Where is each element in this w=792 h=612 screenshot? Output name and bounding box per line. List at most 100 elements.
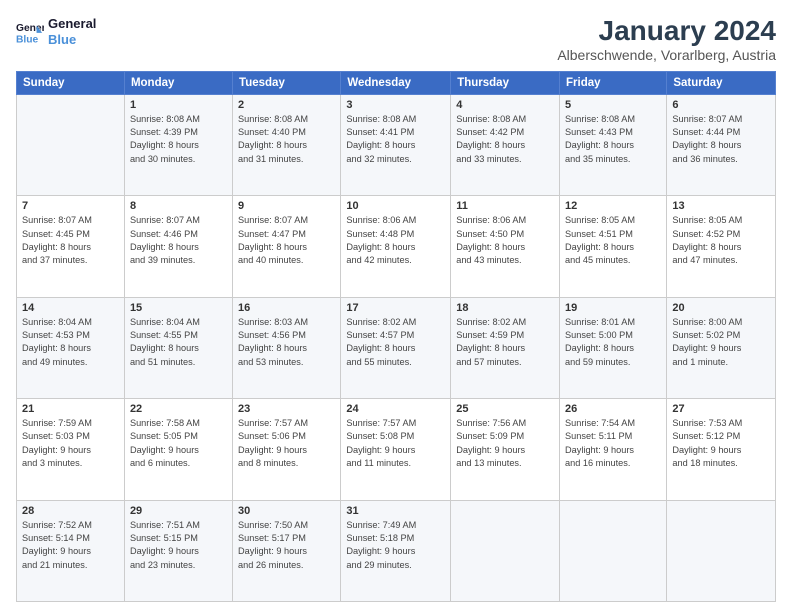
day-info: Sunrise: 8:06 AMSunset: 4:50 PMDaylight:…	[456, 214, 554, 267]
day-info: Sunrise: 7:57 AMSunset: 5:06 PMDaylight:…	[238, 417, 335, 470]
week-row-1: 1Sunrise: 8:08 AMSunset: 4:39 PMDaylight…	[17, 94, 776, 195]
day-number: 7	[22, 200, 119, 212]
logo-text: General Blue	[48, 16, 96, 47]
day-info: Sunrise: 8:01 AMSunset: 5:00 PMDaylight:…	[565, 316, 661, 369]
day-info: Sunrise: 7:54 AMSunset: 5:11 PMDaylight:…	[565, 417, 661, 470]
day-number: 3	[346, 99, 445, 111]
day-cell: 6Sunrise: 8:07 AMSunset: 4:44 PMDaylight…	[667, 94, 776, 195]
day-number: 16	[238, 302, 335, 314]
day-cell: 3 Sunrise: 8:08 AMSunset: 4:41 PMDaylight…	[341, 94, 451, 195]
day-cell: 24 Sunrise: 7:57 AMSunset: 5:08 PMDayligh…	[341, 399, 451, 500]
col-saturday: Saturday	[667, 71, 776, 94]
day-number: 23	[238, 403, 335, 415]
day-cell: 7 Sunrise: 8:07 AMSunset: 4:45 PMDaylight…	[17, 196, 125, 297]
day-cell: 30 Sunrise: 7:50 AMSunset: 5:17 PMDayligh…	[233, 500, 341, 601]
day-info: Sunrise: 7:52 AMSunset: 5:14 PMDaylight:…	[22, 519, 119, 572]
day-cell: 13 Sunrise: 8:05 AMSunset: 4:52 PMDayligh…	[667, 196, 776, 297]
day-number: 31	[346, 505, 445, 517]
col-friday: Friday	[560, 71, 667, 94]
day-number: 15	[130, 302, 227, 314]
day-cell: 14 Sunrise: 8:04 AMSunset: 4:53 PMDayligh…	[17, 297, 125, 398]
day-number: 13	[672, 200, 770, 212]
day-info: Sunrise: 8:07 AMSunset: 4:46 PMDaylight:…	[130, 214, 227, 267]
day-cell	[560, 500, 667, 601]
day-number: 24	[346, 403, 445, 415]
header-row: Sunday Monday Tuesday Wednesday Thursday…	[17, 71, 776, 94]
day-number: 17	[346, 302, 445, 314]
day-info: Sunrise: 8:08 AMSunset: 4:42 PMDaylight:…	[456, 113, 554, 166]
day-cell	[451, 500, 560, 601]
main-title: January 2024	[557, 16, 776, 47]
day-number: 27	[672, 403, 770, 415]
day-number: 18	[456, 302, 554, 314]
day-number: 9	[238, 200, 335, 212]
day-cell: 25Sunrise: 7:56 AMSunset: 5:09 PMDayligh…	[451, 399, 560, 500]
col-thursday: Thursday	[451, 71, 560, 94]
col-tuesday: Tuesday	[233, 71, 341, 94]
subtitle: Alberschwende, Vorarlberg, Austria	[557, 47, 776, 63]
day-info: Sunrise: 8:02 AMSunset: 4:57 PMDaylight:…	[346, 316, 445, 369]
day-number: 22	[130, 403, 227, 415]
day-info: Sunrise: 7:50 AMSunset: 5:17 PMDaylight:…	[238, 519, 335, 572]
day-number: 19	[565, 302, 661, 314]
week-row-3: 14 Sunrise: 8:04 AMSunset: 4:53 PMDayligh…	[17, 297, 776, 398]
logo-icon: General Blue	[16, 18, 44, 46]
day-info: Sunrise: 8:07 AMSunset: 4:44 PMDaylight:…	[672, 113, 770, 166]
day-cell	[667, 500, 776, 601]
day-number: 10	[346, 200, 445, 212]
day-info: Sunrise: 7:59 AMSunset: 5:03 PMDaylight:…	[22, 417, 119, 470]
day-info: Sunrise: 8:06 AMSunset: 4:48 PMDaylight:…	[346, 214, 445, 267]
day-number: 8	[130, 200, 227, 212]
day-info: Sunrise: 8:08 AMSunset: 4:41 PMDaylight:…	[346, 113, 445, 166]
logo-line2: Blue	[48, 32, 96, 48]
header: General Blue General Blue January 2024 A…	[16, 16, 776, 63]
day-number: 14	[22, 302, 119, 314]
day-cell: 11 Sunrise: 8:06 AMSunset: 4:50 PMDayligh…	[451, 196, 560, 297]
day-info: Sunrise: 8:04 AMSunset: 4:55 PMDaylight:…	[130, 316, 227, 369]
day-info: Sunrise: 8:04 AMSunset: 4:53 PMDaylight:…	[22, 316, 119, 369]
day-number: 2	[238, 99, 335, 111]
day-info: Sunrise: 8:05 AMSunset: 4:52 PMDaylight:…	[672, 214, 770, 267]
day-cell: 16 Sunrise: 8:03 AMSunset: 4:56 PMDayligh…	[233, 297, 341, 398]
week-row-2: 7 Sunrise: 8:07 AMSunset: 4:45 PMDaylight…	[17, 196, 776, 297]
day-info: Sunrise: 8:07 AMSunset: 4:45 PMDaylight:…	[22, 214, 119, 267]
page: General Blue General Blue January 2024 A…	[0, 0, 792, 612]
day-cell	[17, 94, 125, 195]
day-number: 4	[456, 99, 554, 111]
calendar-table: Sunday Monday Tuesday Wednesday Thursday…	[16, 71, 776, 602]
day-info: Sunrise: 7:57 AMSunset: 5:08 PMDaylight:…	[346, 417, 445, 470]
day-cell: 12 Sunrise: 8:05 AMSunset: 4:51 PMDayligh…	[560, 196, 667, 297]
day-cell: 31Sunrise: 7:49 AMSunset: 5:18 PMDayligh…	[341, 500, 451, 601]
day-info: Sunrise: 7:56 AMSunset: 5:09 PMDaylight:…	[456, 417, 554, 470]
day-number: 12	[565, 200, 661, 212]
col-monday: Monday	[124, 71, 232, 94]
day-number: 11	[456, 200, 554, 212]
day-cell: 29Sunrise: 7:51 AMSunset: 5:15 PMDayligh…	[124, 500, 232, 601]
day-cell: 23 Sunrise: 7:57 AMSunset: 5:06 PMDayligh…	[233, 399, 341, 500]
day-number: 28	[22, 505, 119, 517]
day-cell: 9 Sunrise: 8:07 AMSunset: 4:47 PMDaylight…	[233, 196, 341, 297]
day-info: Sunrise: 8:08 AMSunset: 4:39 PMDaylight:…	[130, 113, 227, 166]
day-number: 20	[672, 302, 770, 314]
title-block: January 2024 Alberschwende, Vorarlberg, …	[557, 16, 776, 63]
day-cell: 10 Sunrise: 8:06 AMSunset: 4:48 PMDayligh…	[341, 196, 451, 297]
week-row-4: 21 Sunrise: 7:59 AMSunset: 5:03 PMDayligh…	[17, 399, 776, 500]
day-info: Sunrise: 8:02 AMSunset: 4:59 PMDaylight:…	[456, 316, 554, 369]
day-cell: 4 Sunrise: 8:08 AMSunset: 4:42 PMDaylight…	[451, 94, 560, 195]
day-cell: 5Sunrise: 8:08 AMSunset: 4:43 PMDaylight…	[560, 94, 667, 195]
svg-text:Blue: Blue	[16, 34, 39, 45]
day-info: Sunrise: 8:05 AMSunset: 4:51 PMDaylight:…	[565, 214, 661, 267]
day-info: Sunrise: 8:08 AMSunset: 4:43 PMDaylight:…	[565, 113, 661, 166]
day-info: Sunrise: 8:03 AMSunset: 4:56 PMDaylight:…	[238, 316, 335, 369]
logo-line1: General	[48, 16, 96, 32]
day-cell: 28 Sunrise: 7:52 AMSunset: 5:14 PMDayligh…	[17, 500, 125, 601]
day-cell: 8 Sunrise: 8:07 AMSunset: 4:46 PMDaylight…	[124, 196, 232, 297]
day-info: Sunrise: 8:07 AMSunset: 4:47 PMDaylight:…	[238, 214, 335, 267]
day-number: 30	[238, 505, 335, 517]
day-number: 21	[22, 403, 119, 415]
day-cell: 26Sunrise: 7:54 AMSunset: 5:11 PMDayligh…	[560, 399, 667, 500]
day-cell: 18 Sunrise: 8:02 AMSunset: 4:59 PMDayligh…	[451, 297, 560, 398]
day-info: Sunrise: 8:00 AMSunset: 5:02 PMDaylight:…	[672, 316, 770, 369]
col-wednesday: Wednesday	[341, 71, 451, 94]
col-sunday: Sunday	[17, 71, 125, 94]
